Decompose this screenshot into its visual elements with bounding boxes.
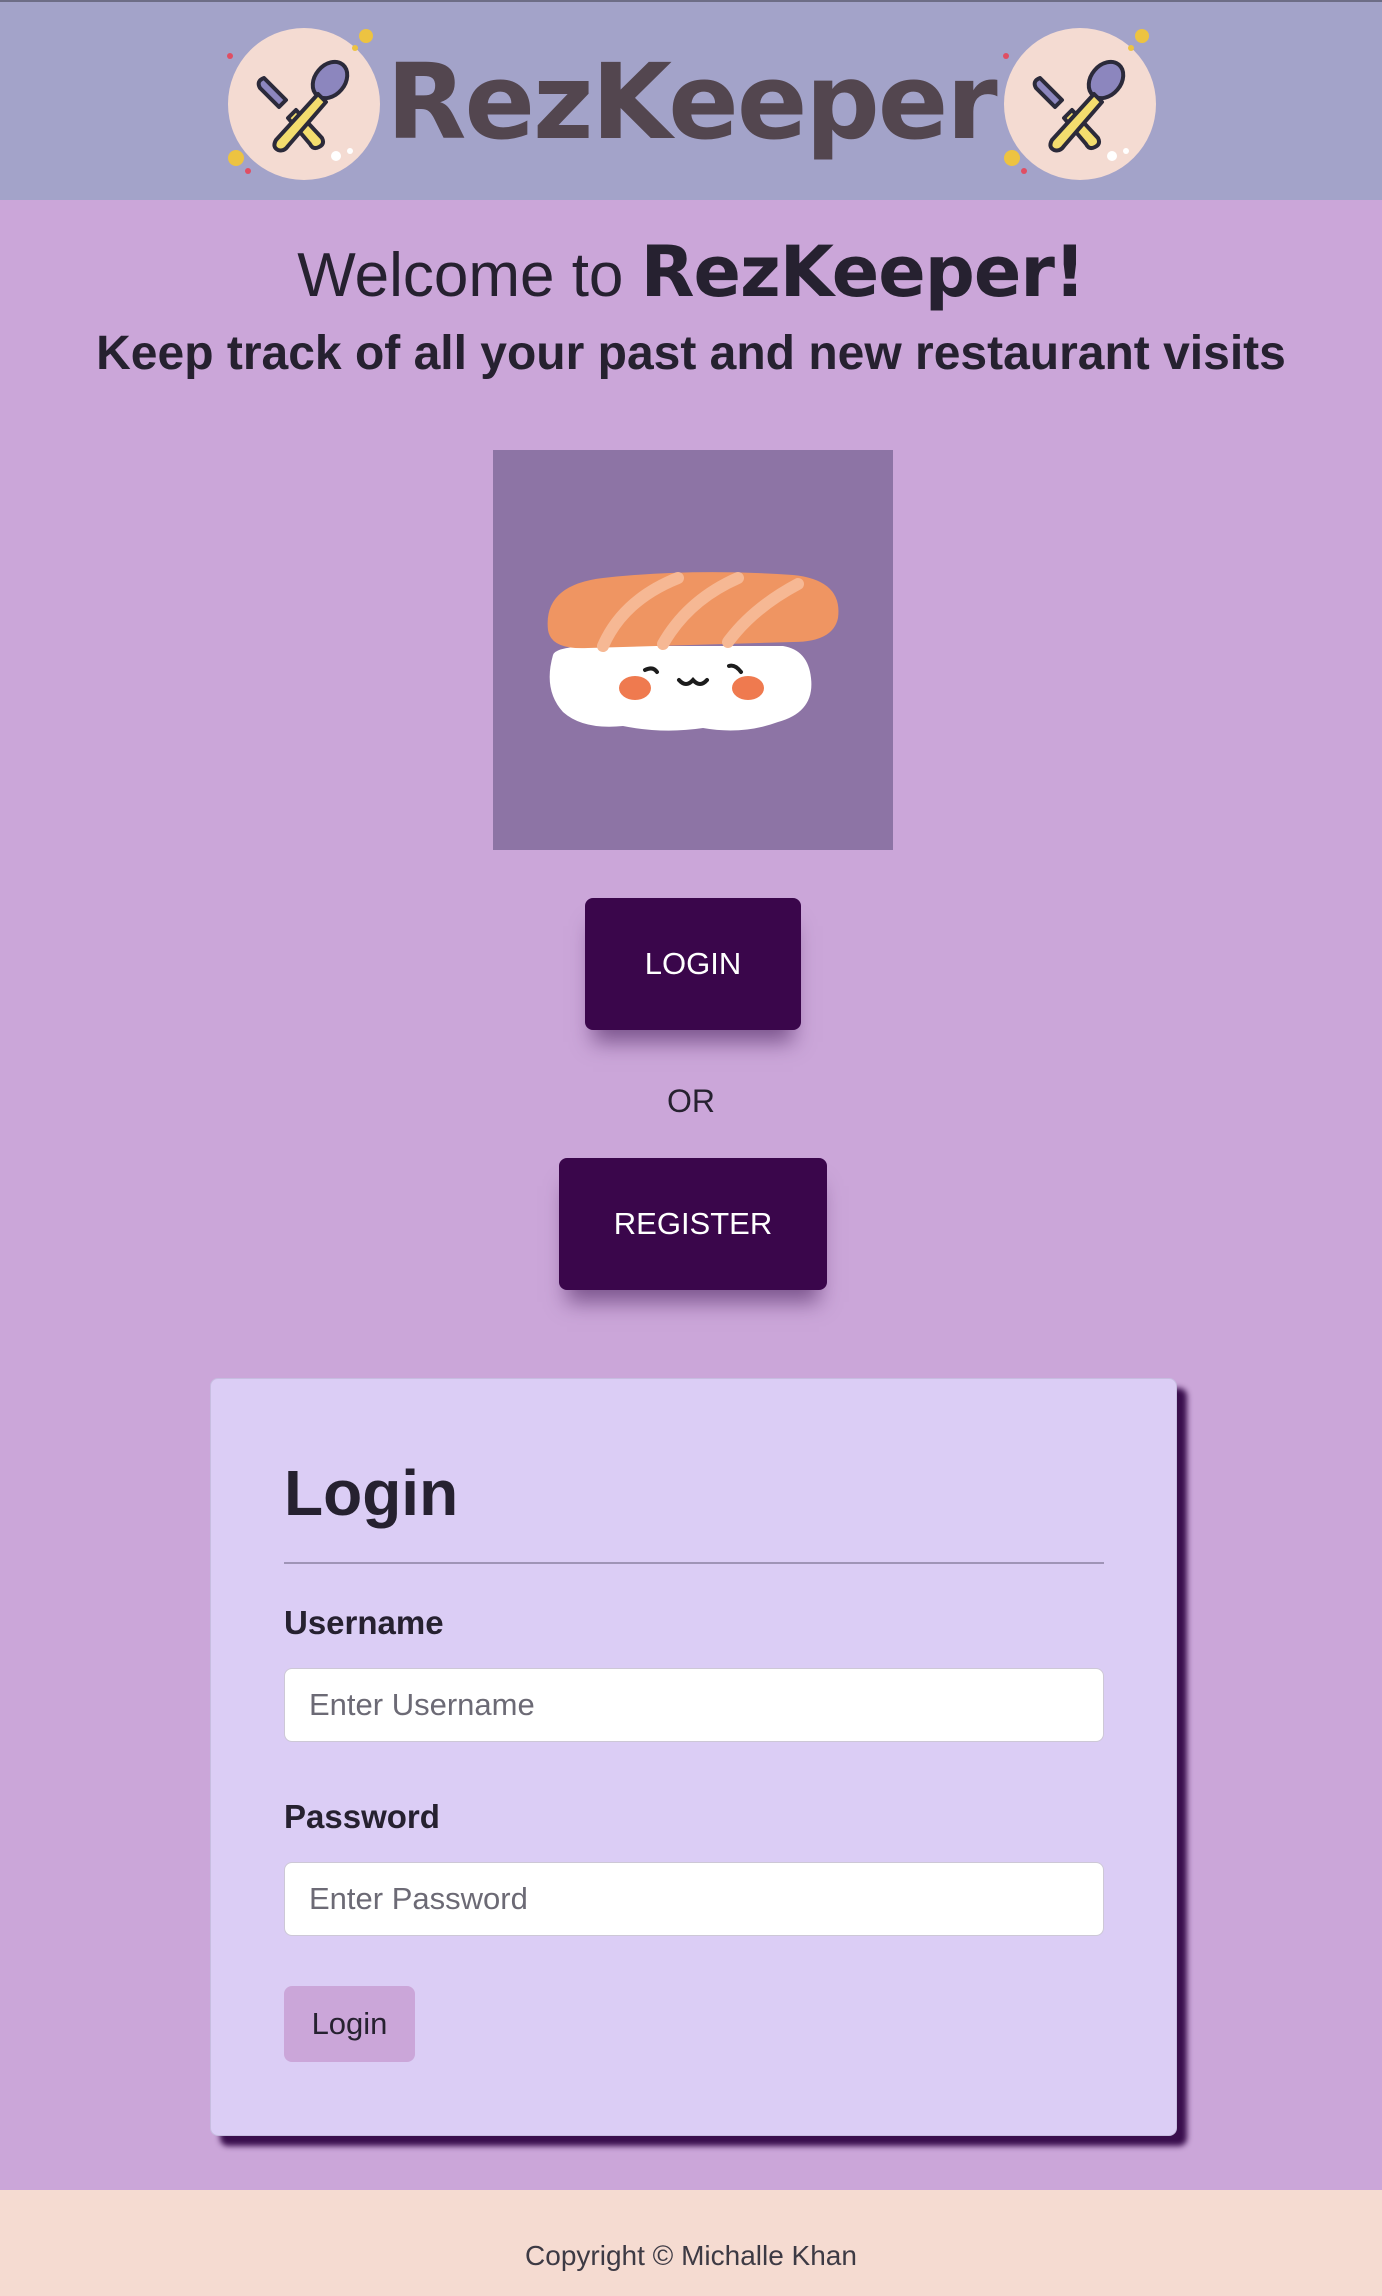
login-card-divider (284, 1562, 1104, 1564)
password-label: Password (284, 1798, 440, 1835)
welcome-subtitle: Keep track of all your past and new rest… (96, 327, 1286, 380)
copyright-text: Copyright © Michalle Khan (525, 2240, 857, 2271)
password-input[interactable] (284, 1862, 1104, 1936)
username-input[interactable] (284, 1668, 1104, 1742)
login-card: Login Username Password Login (210, 1378, 1177, 2136)
or-divider-text: OR (667, 1083, 715, 1119)
brand-title[interactable]: RezKeeper (0, 32, 1382, 172)
username-label: Username (284, 1604, 444, 1641)
site-header: RezKeeper (0, 0, 1382, 200)
login-submit-button[interactable]: Login (284, 1986, 415, 2062)
register-button[interactable]: REGISTER (559, 1158, 827, 1290)
welcome-brand: RezKeeper! (640, 231, 1086, 313)
sushi-illustration (493, 450, 893, 850)
welcome-prefix: Welcome to (297, 241, 624, 310)
crossed-utensils-icon (1003, 28, 1156, 180)
welcome-heading: Welcome to RezKeeper! (0, 226, 1382, 322)
login-button[interactable]: LOGIN (585, 898, 801, 1030)
login-card-title: Login (284, 1457, 459, 1529)
